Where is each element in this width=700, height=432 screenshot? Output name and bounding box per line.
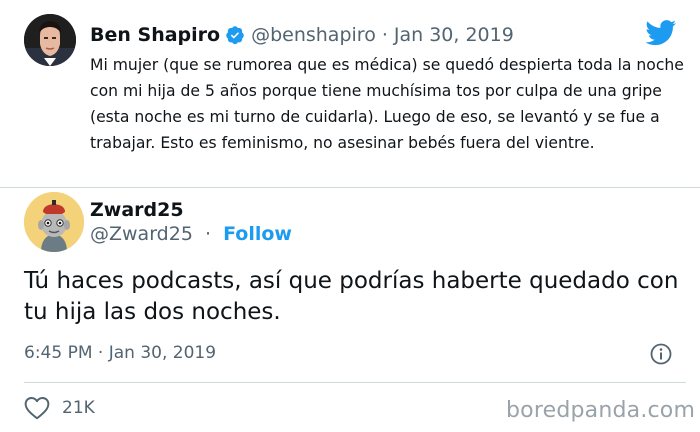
main-display-name[interactable]: Zward25 (90, 199, 184, 221)
quoted-tweet-text: Mi mujer (que se rumorea que es médica) … (90, 56, 684, 152)
quoted-tweet-header: Ben Shapiro @benshapiro · Jan 30, 2019 (90, 18, 514, 52)
main-handle[interactable]: @Zward25 (90, 223, 193, 245)
watermark: boredpanda.com (506, 398, 696, 423)
avatar-zward25[interactable] (24, 192, 84, 252)
avatar-ben-shapiro[interactable] (24, 14, 76, 66)
like-count: 21K (62, 398, 95, 418)
divider (24, 382, 686, 383)
quoted-separator: · (381, 24, 388, 46)
verified-badge-icon (225, 25, 245, 45)
divider (0, 187, 700, 188)
tweet-timestamp[interactable]: 6:45 PM · Jan 30, 2019 (24, 343, 216, 363)
main-tweet-text: Tú haces podcasts, así que podrías haber… (24, 268, 679, 325)
quoted-handle[interactable]: @benshapiro (251, 24, 376, 46)
quoted-date[interactable]: Jan 30, 2019 (394, 24, 514, 46)
follow-button[interactable]: Follow (223, 223, 292, 245)
quoted-display-name[interactable]: Ben Shapiro (90, 24, 220, 46)
main-separator: · (204, 223, 212, 245)
info-icon[interactable] (649, 342, 673, 366)
main-handle-line: @Zward25 · Follow (90, 223, 292, 245)
twitter-bird-icon[interactable] (645, 20, 677, 46)
heart-icon[interactable] (24, 396, 50, 420)
